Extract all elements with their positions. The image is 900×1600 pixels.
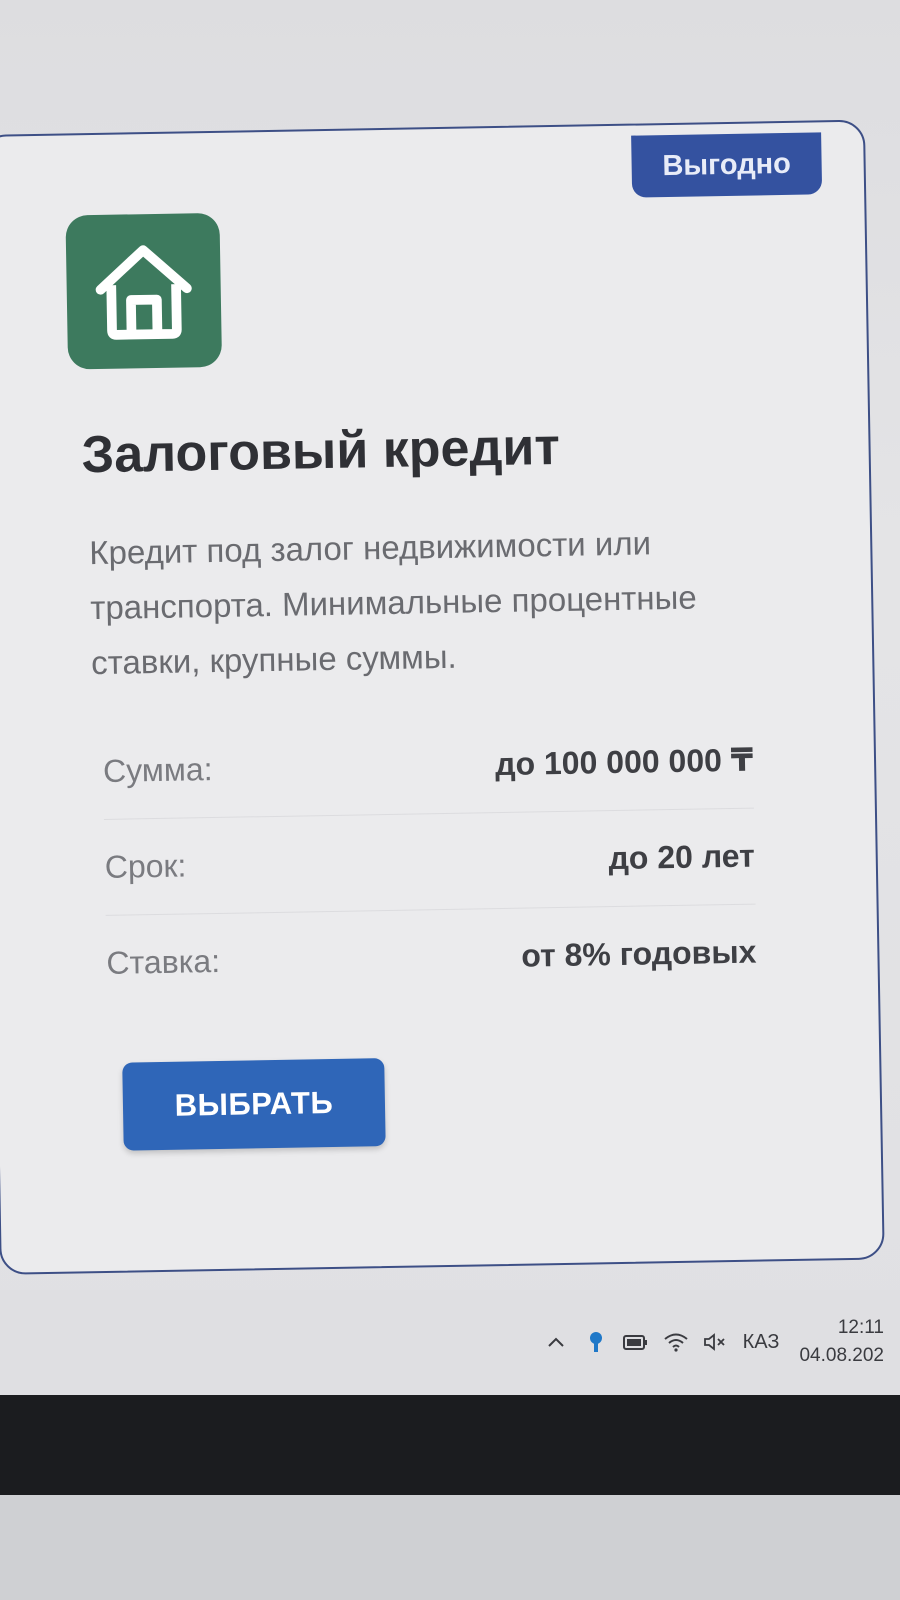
language-indicator[interactable]: КАЗ xyxy=(743,1331,780,1354)
detail-value: до 20 лет xyxy=(608,837,755,876)
taskbar: КАЗ 12:11 04.08.202 xyxy=(0,1290,900,1395)
clock-time: 12:11 xyxy=(837,1317,884,1338)
battery-icon[interactable] xyxy=(622,1329,649,1355)
card-title: Залоговый кредит xyxy=(81,417,561,485)
detail-label: Срок: xyxy=(104,847,187,885)
select-button[interactable]: ВЫБРАТЬ xyxy=(122,1058,386,1151)
security-icon[interactable] xyxy=(583,1329,609,1355)
chevron-up-icon[interactable] xyxy=(543,1329,569,1355)
detail-row-amount: Сумма: до 100 000 000 ₸ xyxy=(102,711,754,820)
house-icon xyxy=(65,212,223,370)
monitor-bezel xyxy=(0,1395,900,1495)
detail-value: от 8% годовых xyxy=(520,933,757,974)
clock[interactable]: 12:11 04.08.202 xyxy=(799,1314,884,1370)
detail-row-term: Срок: до 20 лет xyxy=(103,807,756,916)
clock-date: 04.08.202 xyxy=(799,1345,884,1366)
wifi-icon[interactable] xyxy=(663,1329,689,1355)
screen: Выгодно Залоговый кредит Кредит под зало… xyxy=(0,0,900,1395)
desk-surface xyxy=(0,1495,900,1600)
system-tray: КАЗ 12:11 04.08.202 xyxy=(543,1314,884,1370)
detail-label: Ставка: xyxy=(106,942,221,981)
card-description: Кредит под залог недвижимости или трансп… xyxy=(88,524,697,682)
detail-value: до 100 000 000 ₸ xyxy=(494,741,754,783)
loan-card: Выгодно Залоговый кредит Кредит под зало… xyxy=(0,119,885,1275)
detail-row-rate: Ставка: от 8% годовых xyxy=(106,904,758,1011)
volume-muted-icon[interactable] xyxy=(703,1329,729,1355)
detail-label: Сумма: xyxy=(102,750,213,789)
promo-badge: Выгодно xyxy=(631,132,823,198)
